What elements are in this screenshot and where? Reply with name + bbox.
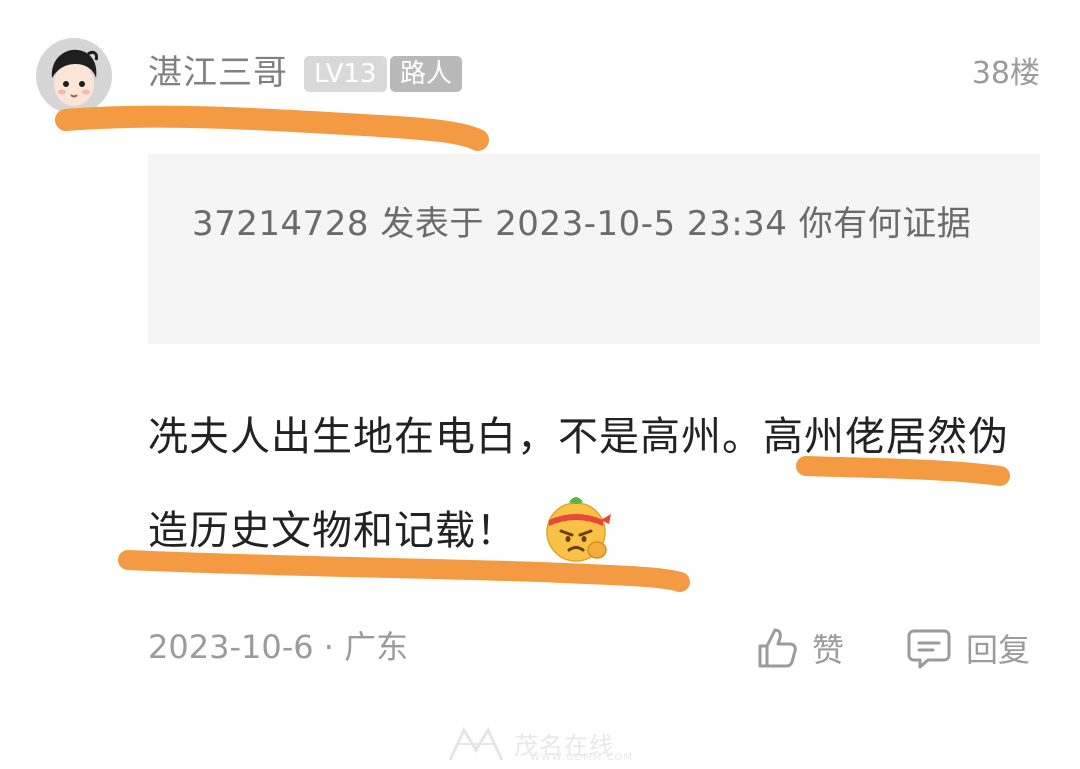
watermark-url: WWW.GDMM.COM [530, 752, 634, 763]
like-button[interactable]: 赞 [756, 620, 844, 676]
quoted-post[interactable]: 37214728 发表于 2023-10-5 23:34 你有何证据 [148, 154, 1040, 344]
post-date: 2023-10-6 [148, 628, 314, 666]
post-meta: 2023-10-6 · 广东 [148, 624, 408, 670]
like-label: 赞 [812, 631, 845, 669]
comment-card: 湛江三哥 LV13 路人 38楼 37214728 发表于 2023-10-5 … [0, 0, 1080, 769]
comment-bubble-icon [907, 629, 951, 669]
watermark-logo-icon [448, 726, 504, 761]
reply-button[interactable]: 回复 [906, 620, 1030, 676]
thumbs-up-icon [758, 628, 797, 668]
username[interactable]: 湛江三哥 [148, 50, 288, 96]
avatar[interactable] [36, 38, 112, 114]
quoted-post-text: 37214728 发表于 2023-10-5 23:34 你有何证据 [192, 204, 972, 244]
level-badge: LV13 [304, 56, 387, 92]
comment-body: 冼夫人出生地在电白，不是高州。高州佬居然伪造历史文物和记载！ [148, 390, 1028, 578]
site-watermark: 茂名在线 WWW.GDMM.COM [446, 724, 646, 764]
floor-number: 38楼 [971, 56, 1040, 91]
angry-face-emoji-icon [539, 490, 613, 564]
reply-label: 回复 [966, 631, 1031, 669]
username-underline [55, 105, 489, 151]
post-location: 广东 [344, 628, 409, 666]
avatar-image [36, 38, 112, 114]
role-badge: 路人 [390, 56, 463, 92]
meta-separator: · [323, 628, 345, 666]
